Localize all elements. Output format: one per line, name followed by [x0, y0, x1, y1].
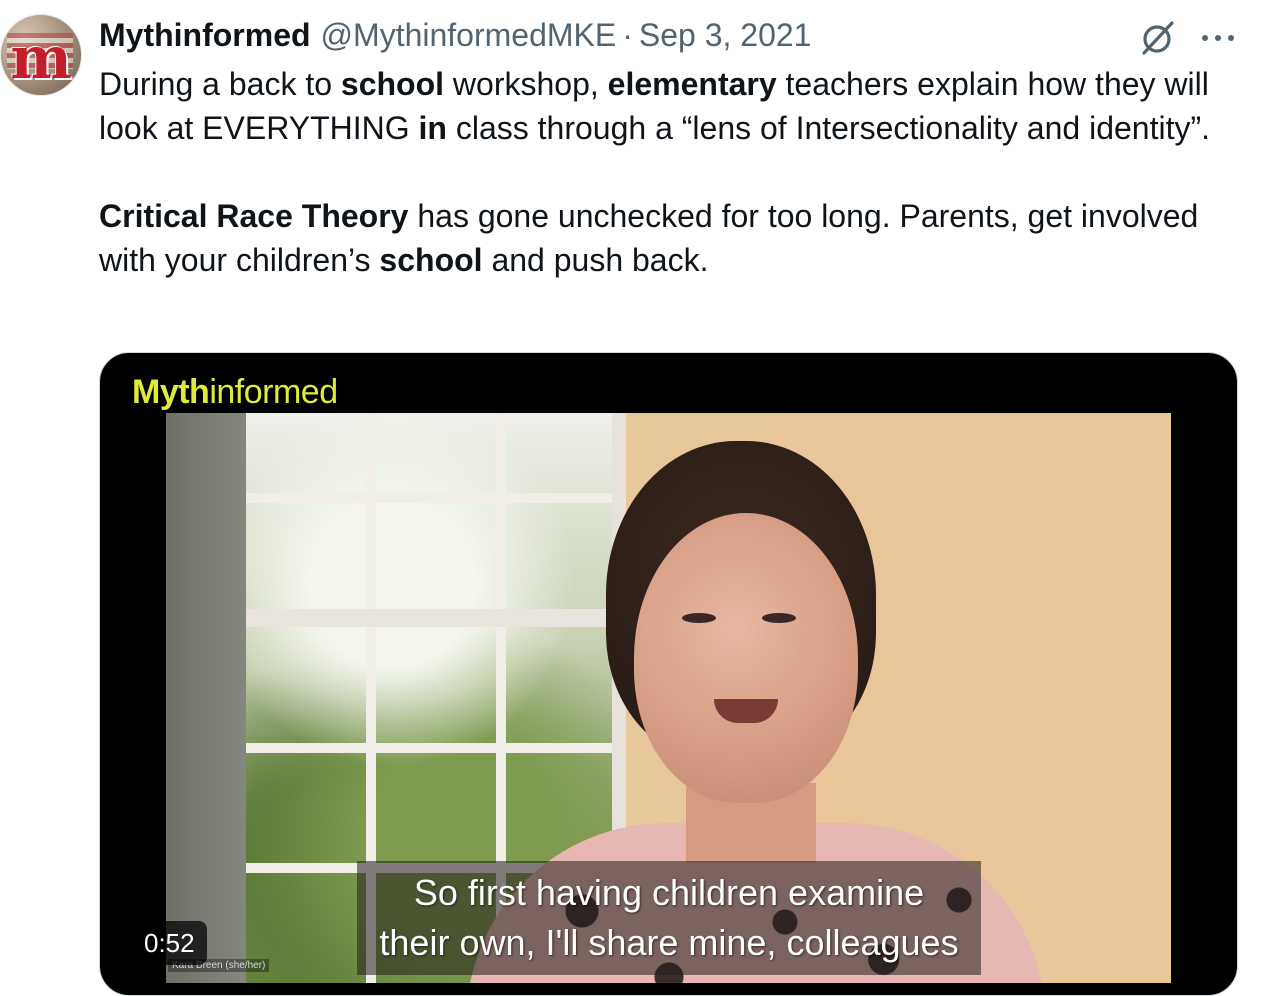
- tweet-paragraph-1: During a back to school workshop, elemen…: [99, 62, 1229, 150]
- video-duration-badge: 0:52: [132, 921, 207, 965]
- grok-icon[interactable]: [1138, 18, 1178, 58]
- tweet-text-bold-run: Critical Race Theory: [99, 198, 409, 234]
- window-mullion: [246, 493, 612, 503]
- avatar-logo-letter: m: [10, 24, 72, 92]
- video-brand-watermark: Mythinformed: [132, 373, 338, 411]
- tweet-text-run: and push back.: [482, 242, 709, 278]
- avatar[interactable]: m: [0, 14, 82, 96]
- tweet-text-bold-run: in: [418, 110, 447, 146]
- tweet-text: During a back to school workshop, elemen…: [99, 62, 1229, 282]
- tweet-text-run: During a back to: [99, 66, 341, 102]
- more-dot: [1215, 35, 1221, 41]
- caption-line-2: their own, I'll share mine, colleagues: [379, 922, 959, 963]
- more-dot: [1202, 35, 1208, 41]
- tweet-text-run: workshop,: [444, 66, 608, 102]
- more-options-icon[interactable]: [1196, 18, 1240, 58]
- caption-line-1: So first having children examine: [413, 872, 925, 913]
- person-eye: [762, 613, 796, 623]
- tweet-text-bold-run: school: [340, 66, 445, 102]
- tweet-date[interactable]: Sep 3, 2021: [639, 17, 812, 54]
- tweet-text-run: class through a “lens of Intersectionali…: [446, 110, 1211, 146]
- video-player[interactable]: Mythinformed So first having children ex…: [99, 352, 1238, 996]
- window-sash: [246, 609, 612, 627]
- tweet-text-bold-run: school: [379, 242, 483, 278]
- author-handle[interactable]: @MythinformedMKE: [321, 17, 617, 54]
- video-caption: So first having children examine their o…: [357, 861, 981, 975]
- more-dot: [1228, 35, 1234, 41]
- window-mullion: [246, 743, 612, 753]
- person-eye: [682, 613, 716, 623]
- tweet-header: Mythinformed @MythinformedMKE · Sep 3, 2…: [99, 14, 811, 56]
- header-separator: ·: [622, 16, 633, 53]
- tweet-text-bold-run: elementary: [607, 66, 777, 102]
- author-name[interactable]: Mythinformed: [99, 17, 311, 54]
- tweet-paragraph-2: Critical Race Theory has gone unchecked …: [99, 194, 1229, 282]
- person-face: [634, 513, 858, 803]
